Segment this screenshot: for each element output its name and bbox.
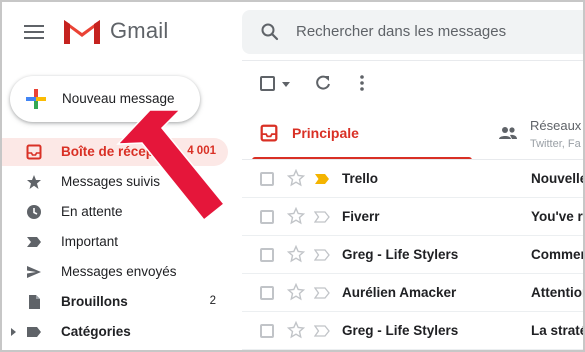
gmail-window: Gmail Rechercher dans les messages Nouve… [0,0,585,352]
expand-arrow-icon[interactable] [11,328,16,336]
search-icon[interactable] [260,22,280,42]
sidebar-item-label: Messages suivis [61,174,161,189]
sidebar-item-count: 4 001 [187,145,216,157]
header-divider [242,60,583,61]
refresh-icon[interactable] [314,74,332,92]
email-row[interactable]: Greg - Life Stylers Commen [242,236,585,274]
sidebar-item-inbox[interactable]: Boîte de réception 4 001 [2,138,228,166]
email-sender: Greg - Life Stylers [342,247,459,262]
email-sender: Greg - Life Stylers [342,323,459,338]
sidebar-item-label: Important [61,234,119,249]
email-subject: You've re [531,209,585,224]
gmail-logo-icon [64,20,100,44]
select-dropdown-icon[interactable] [282,82,290,87]
tab-reseaux[interactable]: Réseaux Twitter, Fa [482,108,583,160]
email-sender: Fiverr [342,209,380,224]
star-icon[interactable] [287,169,305,187]
plus-icon [26,89,46,109]
tab-sublabel: Twitter, Fa [530,138,581,150]
app-name: Gmail [110,18,169,43]
people-icon [499,127,517,139]
sidebar-item-starred[interactable]: Messages suivis [2,168,228,196]
sidebar-item-label: Messages envoyés [61,264,177,279]
tab-label: Réseaux [530,118,582,133]
tab-label: Principale [292,125,359,141]
sidebar-item-label: Catégories [61,324,131,339]
email-subject: La straté [531,323,585,338]
sidebar-item-count: 2 [209,295,216,307]
sidebar-item-snoozed[interactable]: En attente [2,198,228,226]
email-row[interactable]: Aurélien Amacker Attention [242,274,585,312]
email-checkbox[interactable] [260,210,274,224]
important-icon [27,237,41,247]
email-subject: Attention [531,285,585,300]
email-checkbox[interactable] [260,324,274,338]
email-checkbox[interactable] [260,286,274,300]
email-sender: Trello [342,171,379,186]
search-bar[interactable]: Rechercher dans les messages [242,10,583,54]
compose-label: Nouveau message [62,91,175,106]
sidebar-item-label: Boîte de réception [61,144,179,159]
email-subject: Commen [531,247,585,262]
email-sender: Aurélien Amacker [342,285,457,300]
star-icon [27,175,41,189]
email-subject: Nouvelle [531,171,585,186]
email-row[interactable]: Greg - Life Stylers La straté [242,312,585,350]
important-marker-icon[interactable] [314,211,330,223]
sidebar-item-sent[interactable]: Messages envoyés [2,258,228,286]
email-row[interactable]: Trello Nouvelle [242,160,585,198]
clock-icon [27,205,41,219]
important-marker-icon[interactable] [314,173,330,185]
label-icon [27,327,41,337]
send-icon [27,266,41,278]
search-placeholder: Rechercher dans les messages [296,23,507,40]
sidebar-item-important[interactable]: Important [2,228,228,256]
compose-button[interactable]: Nouveau message [10,76,200,122]
tab-principal[interactable]: Principale [242,108,472,160]
star-icon[interactable] [287,283,305,301]
star-icon[interactable] [287,207,305,225]
star-icon[interactable] [287,245,305,263]
inbox-icon [26,144,42,160]
email-row[interactable]: Fiverr You've re [242,198,585,236]
sidebar-item-label: En attente [61,204,123,219]
draft-icon [29,295,40,309]
important-marker-icon[interactable] [314,249,330,261]
sidebar-item-label: Brouillons [61,294,128,309]
more-options-icon[interactable] [358,74,366,92]
email-checkbox[interactable] [260,248,274,262]
select-all-checkbox[interactable] [260,76,275,91]
email-checkbox[interactable] [260,172,274,186]
important-marker-icon[interactable] [314,287,330,299]
important-marker-icon[interactable] [314,325,330,337]
star-icon[interactable] [287,321,305,339]
sidebar-item-drafts[interactable]: Brouillons 2 [2,288,228,316]
main-menu-icon[interactable] [22,22,46,42]
inbox-icon [260,124,278,142]
sidebar-item-categories[interactable]: Catégories [2,318,228,346]
